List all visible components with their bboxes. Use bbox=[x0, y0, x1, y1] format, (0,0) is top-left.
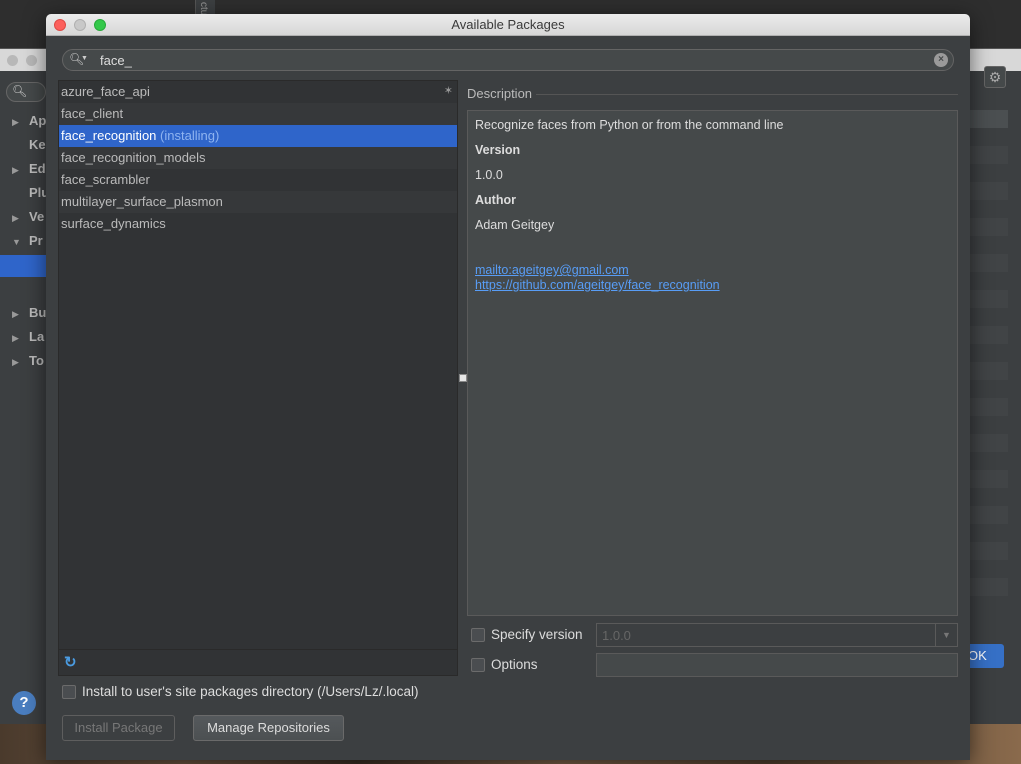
package-list-item[interactable]: face_scrambler bbox=[59, 169, 457, 191]
package-list-toolbar: ↻ bbox=[59, 649, 457, 675]
package-list-item[interactable]: face_client bbox=[59, 103, 457, 125]
chevron-right-icon: ▶ bbox=[12, 309, 19, 319]
table-row bbox=[970, 254, 1008, 272]
manage-repositories-button[interactable]: Manage Repositories bbox=[193, 715, 344, 741]
user-site-label: Install to user's site packages director… bbox=[82, 684, 419, 699]
table-row bbox=[970, 182, 1008, 200]
chevron-right-icon: ▶ bbox=[12, 165, 19, 175]
table-row bbox=[970, 506, 1008, 524]
panel-splitter-handle[interactable] bbox=[459, 374, 467, 382]
chevron-right-icon: ▶ bbox=[12, 213, 19, 223]
background-tree-item[interactable]: ▼ Pr bbox=[12, 233, 43, 248]
table-row bbox=[970, 434, 1008, 452]
table-row bbox=[970, 542, 1008, 560]
search-input-value[interactable]: face_ bbox=[100, 53, 132, 68]
background-tree-item[interactable]: ▶ To bbox=[12, 353, 44, 368]
installing-status: (installing) bbox=[160, 128, 220, 143]
search-options-caret-icon[interactable]: ▼ bbox=[81, 55, 88, 62]
chevron-down-icon[interactable]: ▼ bbox=[935, 624, 957, 646]
table-row bbox=[970, 326, 1008, 344]
version-select[interactable]: 1.0.0 ▼ bbox=[596, 623, 958, 647]
package-list[interactable]: azure_face_api face_client face_recognit… bbox=[58, 80, 458, 676]
package-search-input[interactable]: 🔍︎ ▼ face_ × bbox=[62, 49, 954, 71]
background-close-dot bbox=[7, 55, 18, 66]
dialog-titlebar: Available Packages bbox=[46, 14, 970, 36]
background-min-dot bbox=[26, 55, 37, 66]
background-tree-item[interactable]: ▶ Ed bbox=[12, 161, 46, 176]
clear-search-icon[interactable]: × bbox=[934, 53, 948, 67]
gear-icon[interactable]: ⚙ bbox=[984, 66, 1006, 88]
description-panel: Recognize faces from Python or from the … bbox=[467, 110, 958, 616]
table-row bbox=[970, 398, 1008, 416]
user-site-checkbox[interactable] bbox=[62, 685, 76, 699]
package-list-item[interactable]: face_recognition_models bbox=[59, 147, 457, 169]
options-checkbox[interactable] bbox=[471, 658, 485, 672]
background-tree-item[interactable]: ▶ Ve bbox=[12, 209, 44, 224]
version-heading: Version bbox=[475, 143, 521, 157]
dialog-title: Available Packages bbox=[451, 17, 565, 32]
description-label: Description bbox=[467, 86, 533, 101]
options-label: Options bbox=[491, 657, 538, 672]
options-input[interactable] bbox=[596, 653, 958, 677]
package-list-item[interactable]: azure_face_api bbox=[59, 81, 457, 103]
package-list-item[interactable]: surface_dynamics bbox=[59, 213, 457, 235]
background-tree-item[interactable]: ▶ Ap bbox=[12, 113, 46, 128]
background-tree-item[interactable]: Plu bbox=[12, 185, 49, 200]
table-row bbox=[970, 218, 1008, 236]
author-heading: Author bbox=[475, 193, 516, 207]
description-divider bbox=[536, 94, 958, 95]
package-summary: Recognize faces from Python or from the … bbox=[475, 118, 784, 132]
specify-version-label: Specify version bbox=[491, 627, 583, 642]
table-row bbox=[970, 470, 1008, 488]
ok-button[interactable]: OK bbox=[966, 644, 1004, 668]
project-homepage-link[interactable]: https://github.com/ageitgey/face_recogni… bbox=[475, 278, 720, 292]
search-icon: 🔍︎ bbox=[12, 84, 28, 98]
version-select-value: 1.0.0 bbox=[602, 628, 631, 643]
background-selected-row[interactable] bbox=[0, 255, 46, 277]
package-author: Adam Geitgey bbox=[475, 218, 555, 232]
table-row bbox=[970, 290, 1008, 308]
table-row bbox=[970, 146, 1008, 164]
background-search-field[interactable]: 🔍︎ bbox=[6, 82, 46, 102]
background-tree-item[interactable]: ▶ La bbox=[12, 329, 44, 344]
package-list-item[interactable]: multilayer_surface_plasmon bbox=[59, 191, 457, 213]
chevron-right-icon: ▶ bbox=[12, 357, 19, 367]
loading-spinner-icon: ✶ bbox=[443, 85, 453, 97]
background-table bbox=[970, 110, 1008, 616]
specify-version-checkbox[interactable] bbox=[471, 628, 485, 642]
author-email-link[interactable]: mailto:ageitgey@gmail.com bbox=[475, 263, 629, 277]
table-row bbox=[970, 578, 1008, 596]
background-tree-item[interactable]: ▶ Bu bbox=[12, 305, 46, 320]
install-package-button[interactable]: Install Package bbox=[62, 715, 175, 741]
refresh-icon[interactable]: ↻ bbox=[64, 653, 77, 671]
background-tree-item[interactable]: Ke bbox=[12, 137, 46, 152]
package-list-item-selected[interactable]: face_recognition (installing) bbox=[59, 125, 457, 147]
available-packages-dialog: Available Packages 🔍︎ ▼ face_ × azure_fa… bbox=[46, 14, 970, 760]
chevron-down-icon: ▼ bbox=[12, 237, 21, 247]
chevron-right-icon: ▶ bbox=[12, 117, 19, 127]
package-version: 1.0.0 bbox=[475, 168, 503, 182]
table-row bbox=[970, 110, 1008, 128]
chevron-right-icon: ▶ bbox=[12, 333, 19, 343]
help-button[interactable]: ? bbox=[12, 691, 36, 715]
table-row bbox=[970, 362, 1008, 380]
